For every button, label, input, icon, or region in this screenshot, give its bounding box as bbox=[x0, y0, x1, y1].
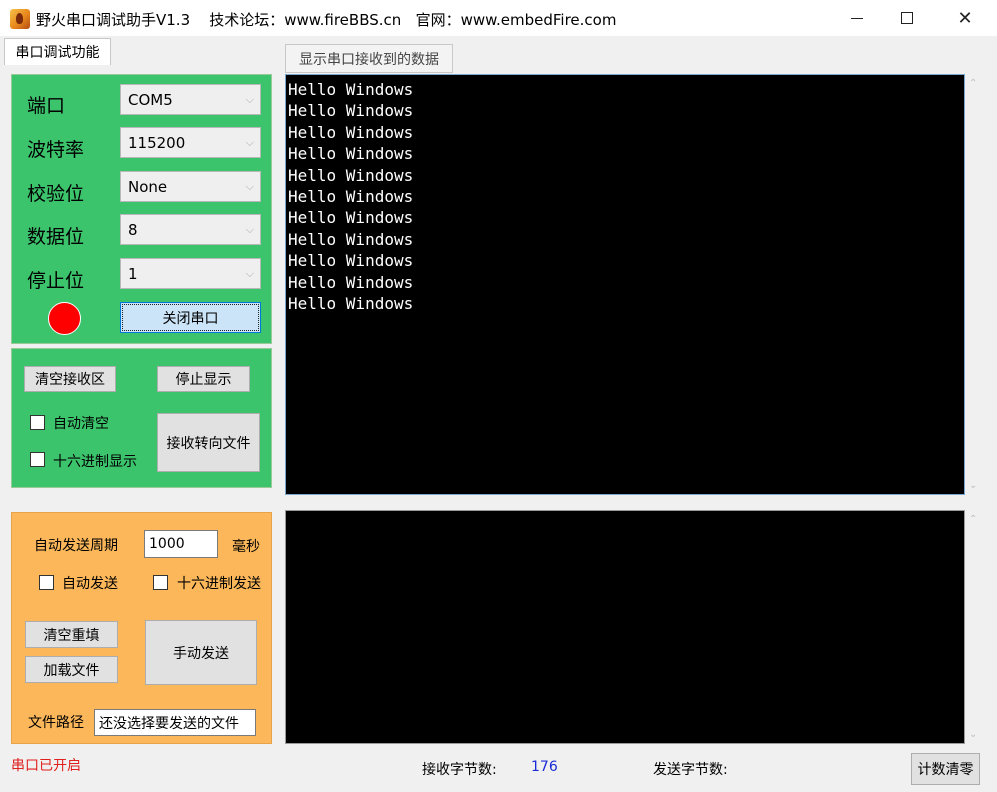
parity-label: 校验位 bbox=[27, 183, 85, 205]
receive-line: Hello Windows bbox=[288, 165, 414, 185]
send-bytes-label: 发送字节数: bbox=[653, 762, 728, 778]
stop-display-button[interactable]: 停止显示 bbox=[157, 366, 250, 392]
receive-line: Hello Windows bbox=[288, 251, 414, 271]
databits-value: 8 bbox=[128, 220, 138, 239]
receive-line: Hello Windows bbox=[288, 122, 414, 142]
scroll-up-icon[interactable]: ⌃ bbox=[969, 78, 977, 89]
hex-send-label: 十六进制发送 bbox=[177, 576, 261, 592]
baud-select[interactable]: 115200 ⌵ bbox=[120, 127, 261, 158]
port-select[interactable]: COM5 ⌵ bbox=[120, 84, 261, 115]
close-port-button[interactable]: 关闭串口 bbox=[120, 302, 261, 333]
databits-label: 数据位 bbox=[27, 226, 85, 248]
scroll-down-icon[interactable]: ⌄ bbox=[969, 729, 977, 740]
period-input[interactable]: 1000 bbox=[144, 530, 218, 558]
window-title: 野火串口调试助手V1.3 技术论坛：www.fireBBS.cn 官网：www.… bbox=[36, 11, 617, 29]
chevron-down-icon: ⌵ bbox=[245, 180, 254, 193]
auto-send-label: 自动发送 bbox=[62, 576, 118, 592]
stopbits-label: 停止位 bbox=[27, 270, 85, 292]
stopbits-select[interactable]: 1 ⌵ bbox=[120, 258, 261, 289]
receive-textarea[interactable]: Hello Windows Hello Windows Hello Window… bbox=[285, 74, 965, 495]
hex-display-label: 十六进制显示 bbox=[53, 454, 137, 470]
chevron-down-icon: ⌵ bbox=[245, 93, 254, 106]
receive-scrollbar[interactable]: ⌃ ⌄ bbox=[965, 74, 986, 495]
chevron-down-icon: ⌵ bbox=[245, 136, 254, 149]
app-logo-icon bbox=[10, 9, 30, 29]
manual-send-button[interactable]: 手动发送 bbox=[145, 620, 257, 685]
port-value: COM5 bbox=[128, 90, 173, 109]
hex-display-checkbox[interactable] bbox=[30, 452, 45, 467]
baud-value: 115200 bbox=[128, 133, 186, 152]
scroll-up-icon[interactable]: ⌃ bbox=[969, 514, 977, 525]
maximize-button[interactable] bbox=[884, 0, 930, 36]
chevron-down-icon: ⌵ bbox=[245, 267, 254, 280]
minimize-icon bbox=[851, 17, 863, 19]
minimize-button[interactable] bbox=[834, 0, 880, 36]
maximize-icon bbox=[901, 12, 913, 24]
close-icon: ✕ bbox=[957, 7, 973, 29]
parity-value: None bbox=[128, 177, 168, 196]
receive-line: Hello Windows bbox=[288, 80, 414, 99]
receive-line: Hello Windows bbox=[288, 187, 414, 207]
ms-unit-label: 毫秒 bbox=[232, 539, 260, 555]
tab-serial-debug[interactable]: 串口调试功能 bbox=[4, 38, 111, 65]
clear-refill-button[interactable]: 清空重填 bbox=[25, 621, 118, 648]
scroll-down-icon[interactable]: ⌄ bbox=[969, 480, 977, 491]
chevron-down-icon: ⌵ bbox=[245, 223, 254, 236]
databits-select[interactable]: 8 ⌵ bbox=[120, 214, 261, 245]
receive-line: Hello Windows bbox=[288, 272, 414, 292]
hex-send-checkbox[interactable] bbox=[153, 575, 168, 590]
receive-line: Hello Windows bbox=[288, 208, 414, 228]
auto-clear-checkbox[interactable] bbox=[30, 415, 45, 430]
auto-send-checkbox[interactable] bbox=[39, 575, 54, 590]
stopbits-value: 1 bbox=[128, 264, 138, 283]
baud-label: 波特率 bbox=[27, 139, 85, 161]
file-path-field[interactable]: 还没选择要发送的文件 bbox=[94, 709, 256, 736]
recv-bytes-label: 接收字节数: bbox=[422, 762, 497, 778]
close-button[interactable]: ✕ bbox=[942, 0, 988, 36]
receive-line: Hello Windows bbox=[288, 229, 414, 249]
receive-tooltip: 显示串口接收到的数据 bbox=[285, 44, 453, 73]
receive-to-file-button[interactable]: 接收转向文件 bbox=[157, 413, 260, 472]
file-path-label: 文件路径 bbox=[28, 715, 84, 731]
receive-line: Hello Windows bbox=[288, 101, 414, 121]
recv-bytes-count: 176 bbox=[531, 759, 558, 775]
port-status-led bbox=[48, 302, 81, 335]
send-scrollbar[interactable]: ⌃ ⌄ bbox=[965, 510, 986, 744]
reset-count-button[interactable]: 计数清零 bbox=[911, 753, 980, 785]
clear-receive-button[interactable]: 清空接收区 bbox=[24, 366, 116, 392]
auto-clear-label: 自动清空 bbox=[53, 416, 109, 432]
parity-select[interactable]: None ⌵ bbox=[120, 171, 261, 202]
port-label: 端口 bbox=[27, 95, 66, 117]
auto-send-period-label: 自动发送周期 bbox=[34, 538, 118, 554]
receive-line: Hello Windows bbox=[288, 294, 414, 314]
receive-line: Hello Windows bbox=[288, 144, 414, 164]
port-status-text: 串口已开启 bbox=[11, 758, 81, 774]
send-textarea[interactable] bbox=[285, 510, 965, 744]
load-file-button[interactable]: 加载文件 bbox=[25, 656, 118, 683]
